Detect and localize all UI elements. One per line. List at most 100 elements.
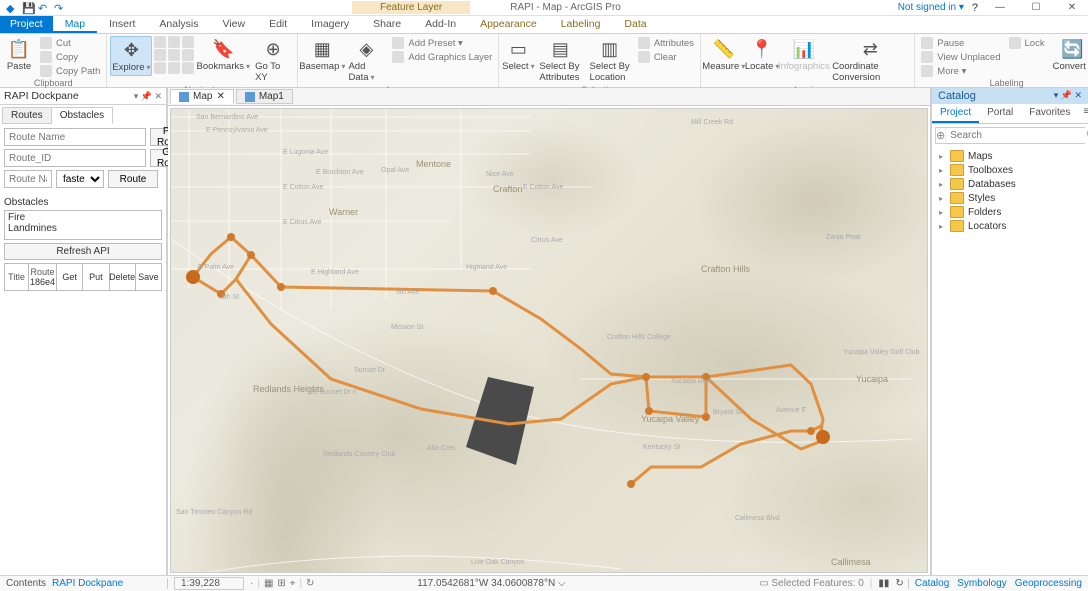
fixed-zoom-in-icon[interactable] bbox=[154, 62, 166, 74]
map-tab-2[interactable]: Map1 bbox=[236, 89, 293, 104]
zoom-sel-icon[interactable] bbox=[168, 36, 180, 48]
cut-button[interactable]: Cut bbox=[37, 36, 103, 50]
tab-labeling[interactable]: Labeling bbox=[549, 16, 613, 33]
grid-get-button[interactable]: Get bbox=[57, 264, 83, 290]
fixed-zoom-out-icon[interactable] bbox=[168, 62, 180, 74]
zoom-full-icon[interactable] bbox=[154, 36, 166, 48]
lock-button[interactable]: Lock bbox=[1006, 36, 1048, 50]
tree-item-locators[interactable]: ▸Locators bbox=[934, 219, 1086, 233]
redo-icon[interactable]: ↷ bbox=[54, 2, 66, 14]
pause-drawing-icon[interactable]: ▮▮ bbox=[878, 578, 889, 589]
tab-share[interactable]: Share bbox=[361, 16, 413, 33]
zoom-in-icon[interactable] bbox=[154, 49, 166, 61]
map-tab-1[interactable]: Map ✕ bbox=[170, 89, 234, 104]
status-icon[interactable]: · bbox=[250, 578, 253, 589]
route-id-input[interactable] bbox=[4, 149, 146, 167]
tree-item-toolboxes[interactable]: ▸Toolboxes bbox=[934, 163, 1086, 177]
measure-button[interactable]: 📏Measure bbox=[704, 36, 744, 74]
pin-icon[interactable]: ▾ 📌 ✕ bbox=[134, 91, 162, 102]
signin-link[interactable]: Not signed in ▾ bbox=[898, 2, 964, 13]
tab-data[interactable]: Data bbox=[612, 16, 658, 33]
tree-item-styles[interactable]: ▸Styles bbox=[934, 191, 1086, 205]
status-icon[interactable]: ↻ bbox=[306, 578, 314, 589]
select-by-attr-button[interactable]: ▤Select By Attributes bbox=[536, 36, 584, 85]
clear-button[interactable]: Clear bbox=[635, 50, 697, 64]
paste-button[interactable]: 📋Paste bbox=[3, 36, 35, 74]
expand-icon[interactable]: ▸ bbox=[936, 152, 946, 161]
catalog-title[interactable]: Catalog▾ 📌 ✕ bbox=[932, 88, 1088, 104]
obstacles-list[interactable]: Fire Landmines bbox=[4, 210, 162, 240]
route-name-input[interactable] bbox=[4, 128, 146, 146]
bottom-tab-geoprocessing[interactable]: Geoprocessing bbox=[1015, 578, 1082, 589]
map-view[interactable]: MentoneCraftonWarnerRedlands HeightsYuca… bbox=[170, 108, 928, 573]
addpreset-button[interactable]: Add Preset ▾ bbox=[389, 36, 495, 50]
copypath-button[interactable]: Copy Path bbox=[37, 64, 103, 78]
status-icon[interactable]: ⌖ bbox=[290, 578, 296, 589]
catalog-tab-favorites[interactable]: Favorites bbox=[1021, 104, 1078, 123]
bottom-tab-symbology[interactable]: Symbology bbox=[957, 578, 1006, 589]
obstacle-item[interactable]: Fire bbox=[8, 212, 158, 223]
undo-icon[interactable]: ↶ bbox=[38, 2, 50, 14]
expand-icon[interactable]: ▸ bbox=[936, 194, 946, 203]
tab-appearance[interactable]: Appearance bbox=[468, 16, 549, 33]
minimize-button[interactable]: — bbox=[986, 0, 1014, 16]
copy-button[interactable]: Copy bbox=[37, 50, 103, 64]
tree-item-folders[interactable]: ▸Folders bbox=[934, 205, 1086, 219]
tab-view[interactable]: View bbox=[211, 16, 258, 33]
obstacle-item[interactable]: Landmines bbox=[8, 223, 158, 234]
bottom-tab-catalog[interactable]: Catalog bbox=[915, 578, 949, 589]
pause-button[interactable]: Pause bbox=[918, 36, 1003, 50]
tab-analysis[interactable]: Analysis bbox=[147, 16, 210, 33]
catalog-search-input[interactable] bbox=[946, 128, 1086, 143]
obstacle-polygon[interactable] bbox=[466, 377, 534, 465]
close-button[interactable]: ✕ bbox=[1058, 0, 1086, 16]
catalog-menu-icon[interactable]: ≡ bbox=[1078, 104, 1088, 123]
refresh-api-button[interactable]: Refresh API bbox=[4, 243, 162, 260]
tab-edit[interactable]: Edit bbox=[257, 16, 299, 33]
select-by-loc-button[interactable]: ▥Select By Location bbox=[587, 36, 633, 85]
obstacles-tab[interactable]: Obstacles bbox=[52, 107, 113, 124]
basemap-button[interactable]: ▦Basemap bbox=[301, 36, 343, 74]
grid-delete-button[interactable]: Delete bbox=[110, 264, 136, 290]
catalog-tab-project[interactable]: Project bbox=[932, 104, 979, 123]
contents-tab[interactable]: Contents bbox=[6, 578, 46, 589]
help-icon[interactable]: ? bbox=[972, 2, 978, 14]
route-button[interactable]: Route bbox=[108, 170, 158, 188]
convert-button[interactable]: 🔄Convert bbox=[1050, 36, 1088, 74]
next-extent-icon[interactable] bbox=[182, 49, 194, 61]
bookmarks-button[interactable]: 🔖Bookmarks bbox=[196, 36, 250, 74]
goto-xy-button[interactable]: ⊕Go To XY bbox=[252, 36, 294, 85]
grid-put-button[interactable]: Put bbox=[83, 264, 109, 290]
adddata-button[interactable]: ◈Add Data bbox=[345, 36, 387, 85]
coord-dropdown[interactable]: ⌵ bbox=[558, 578, 566, 589]
prev-extent-icon[interactable] bbox=[182, 36, 194, 48]
expand-icon[interactable]: ▸ bbox=[936, 208, 946, 217]
status-icon[interactable]: ▦ bbox=[264, 578, 273, 589]
coord-conv-button[interactable]: ⇄Coordinate Conversion bbox=[829, 36, 911, 85]
routes-tab[interactable]: Routes bbox=[2, 107, 52, 124]
more-button[interactable]: More ▾ bbox=[918, 64, 1003, 78]
project-tab[interactable]: Project bbox=[0, 16, 53, 33]
attributes-button[interactable]: Attributes bbox=[635, 36, 697, 50]
tree-item-databases[interactable]: ▸Databases bbox=[934, 177, 1086, 191]
tab-imagery[interactable]: Imagery bbox=[299, 16, 361, 33]
speed-select[interactable]: fastest bbox=[56, 170, 104, 188]
select-button[interactable]: ▭Select bbox=[502, 36, 534, 74]
zoom-out-icon[interactable] bbox=[168, 49, 180, 61]
expand-icon[interactable]: ▸ bbox=[936, 222, 946, 231]
save-icon[interactable]: 💾 bbox=[22, 2, 34, 14]
viewunplaced-button[interactable]: View Unplaced bbox=[918, 50, 1003, 64]
grid-save-button[interactable]: Save bbox=[136, 264, 161, 290]
expand-icon[interactable]: ▸ bbox=[936, 180, 946, 189]
tab-addin[interactable]: Add-In bbox=[413, 16, 468, 33]
project-icon[interactable]: ◆ bbox=[6, 2, 18, 14]
addgraphics-button[interactable]: Add Graphics Layer bbox=[389, 50, 495, 64]
back-icon[interactable]: ⊕ bbox=[936, 128, 946, 143]
route-name2-input[interactable] bbox=[4, 170, 52, 188]
tab-insert[interactable]: Insert bbox=[97, 16, 147, 33]
pan-icon[interactable] bbox=[182, 62, 194, 74]
rapi-dockpane-tab[interactable]: RAPI Dockpane bbox=[52, 578, 123, 589]
expand-icon[interactable]: ▸ bbox=[936, 166, 946, 175]
tree-item-maps[interactable]: ▸Maps bbox=[934, 149, 1086, 163]
maximize-button[interactable]: ☐ bbox=[1022, 0, 1050, 16]
